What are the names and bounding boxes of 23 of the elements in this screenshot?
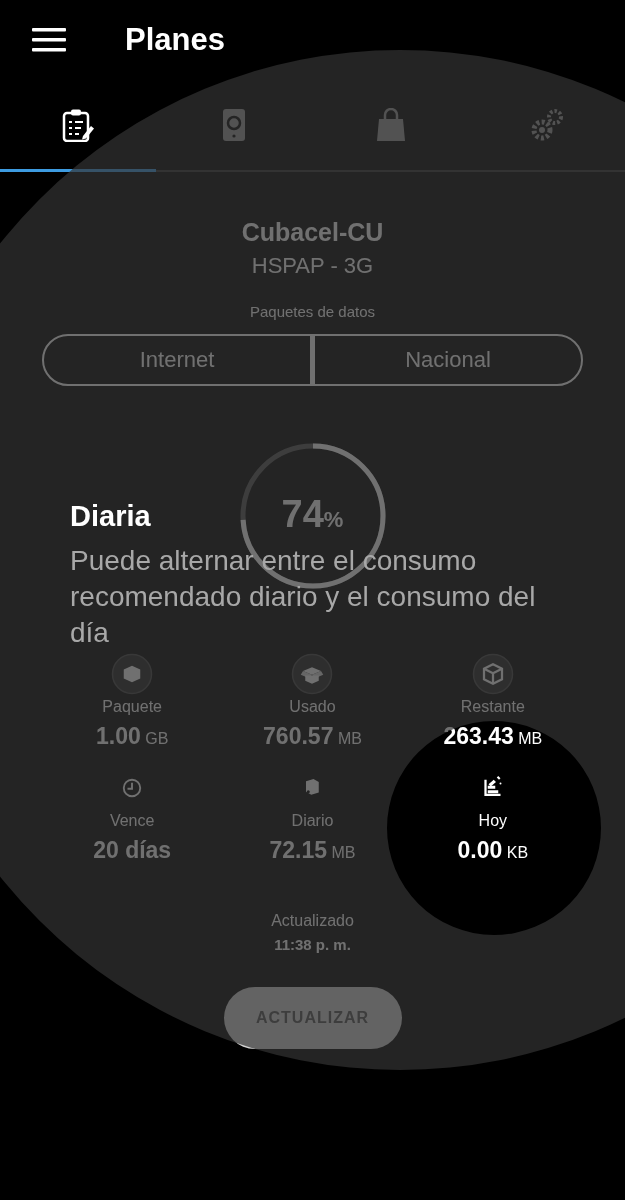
stat-label: Vence [109, 812, 155, 830]
stat-value: 20 días [93, 837, 172, 864]
tip-text: Puede alternar entre el consumo recomendado diario y el consumo del día [70, 544, 537, 650]
stat-label: Paquete [102, 698, 162, 716]
stat-value: 760.57 MB [263, 723, 362, 750]
clipboard-icon [61, 107, 96, 142]
stat-label: Restante [460, 698, 525, 716]
section-label: Paquetes de datos [249, 303, 376, 320]
stat-label: Diario [291, 812, 334, 830]
stat-label: Hoy [478, 812, 508, 830]
operator-name: Cubacel-CU [241, 218, 384, 247]
stat-value: 72.15 MB [269, 837, 356, 864]
usage-percent: 74% [280, 493, 345, 536]
tip-title: Diaria [70, 500, 151, 533]
updated-time: 11:38 p. m. [274, 936, 351, 953]
network-type: HSPAP - 3G [251, 253, 374, 279]
stat-value: 0.00 KB [457, 837, 529, 864]
stat-label: Usado [289, 698, 336, 716]
menu-icon[interactable] [32, 27, 66, 53]
updated-label: Actualizado [271, 912, 354, 930]
app-title: Planes [125, 22, 225, 58]
stat-value: 263.43 MB [443, 723, 543, 750]
stat-value: 1.00 GB [96, 723, 169, 750]
